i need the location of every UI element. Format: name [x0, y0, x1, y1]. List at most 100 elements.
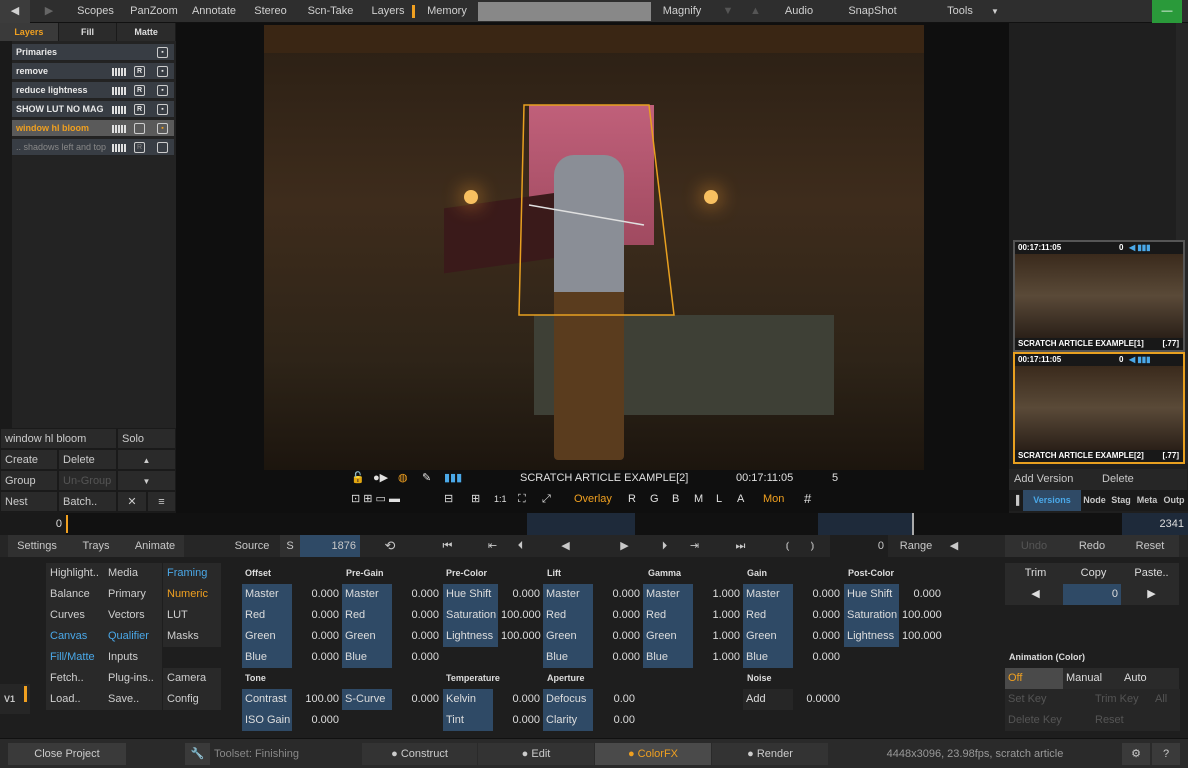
clarity-label[interactable]: Clarity	[543, 710, 593, 731]
layer-r-icon[interactable]: R	[134, 142, 145, 153]
gamma-green-label[interactable]: Green	[643, 626, 693, 647]
offset-blue-value[interactable]: 0.000	[292, 647, 342, 668]
postcolor-sat-value[interactable]: 100.000	[899, 605, 944, 626]
menu-framing[interactable]: Framing	[163, 563, 221, 584]
move-down-icon[interactable]: ▼	[117, 470, 176, 491]
precolor-hue-label[interactable]: Hue Shift	[443, 584, 498, 605]
nest-button[interactable]: Nest	[0, 491, 58, 512]
mark-out-icon[interactable]: ⦆	[800, 535, 825, 557]
loop-icon[interactable]: ⟲	[375, 535, 405, 557]
pregain-red-label[interactable]: Red	[342, 605, 392, 626]
memory-slot-field[interactable]	[478, 2, 651, 21]
offset-blue-label[interactable]: Blue	[242, 647, 292, 668]
tone-contrast-value[interactable]: 100.00	[292, 689, 342, 710]
close-icon[interactable]: ✕	[117, 491, 147, 512]
scurve-value[interactable]: 0.000	[392, 689, 442, 710]
delete-version-button[interactable]: Delete	[1097, 469, 1187, 490]
pregain-master-label[interactable]: Master	[342, 584, 392, 605]
tab-edit[interactable]: ● Edit	[478, 743, 594, 765]
go-start-icon[interactable]: ⏮	[435, 535, 460, 557]
timeline[interactable]: 0 2341	[0, 513, 1188, 535]
channel-l-button[interactable]: L	[716, 491, 722, 507]
offset-red-label[interactable]: Red	[242, 605, 292, 626]
pen-icon[interactable]: ✎	[422, 470, 431, 486]
tabs-scroll-icon[interactable]: ▐	[1009, 490, 1023, 511]
noise-add-label[interactable]: Add	[743, 689, 793, 710]
close-project-button[interactable]: Close Project	[8, 743, 126, 765]
panzoom-button[interactable]: PanZoom	[123, 0, 185, 23]
channel-m-button[interactable]: M	[694, 491, 703, 507]
batch-button[interactable]: Batch..	[58, 491, 117, 512]
menu-inputs[interactable]: Inputs	[104, 647, 162, 668]
gear-icon[interactable]: ⚙	[1122, 743, 1150, 765]
play-icon[interactable]: ▶	[612, 535, 637, 557]
source-button[interactable]: Source	[228, 535, 276, 557]
menu-qualifier[interactable]: Qualifier	[104, 626, 162, 647]
playhead[interactable]	[66, 515, 68, 533]
anim-off-button[interactable]: Off	[1005, 668, 1063, 689]
reset-key-button[interactable]: Reset	[1092, 710, 1180, 731]
menu-media[interactable]: Media	[104, 563, 162, 584]
gain-master-value[interactable]: 0.000	[793, 584, 843, 605]
trim-key-button[interactable]: Trim Key	[1092, 689, 1152, 710]
mark-in-icon[interactable]: ⦅	[775, 535, 800, 557]
copy-button[interactable]: Copy	[1063, 563, 1121, 584]
offset-red-value[interactable]: 0.000	[292, 605, 342, 626]
layer-enable-icon[interactable]: ▪	[157, 104, 168, 115]
menu-fill-matte[interactable]: Fill/Matte	[46, 647, 104, 668]
lift-green-label[interactable]: Green	[543, 626, 593, 647]
layers-scrollbar[interactable]	[0, 41, 12, 428]
postcolor-sat-label[interactable]: Saturation	[844, 605, 899, 626]
all-button[interactable]: All	[1152, 689, 1180, 710]
offset-green-value[interactable]: 0.000	[292, 626, 342, 647]
postcolor-light-label[interactable]: Lightness	[844, 626, 899, 647]
delete-button[interactable]: Delete	[58, 449, 117, 470]
magnify-button[interactable]: Magnify	[651, 0, 713, 23]
settings-button[interactable]: Settings	[8, 535, 66, 557]
lift-master-label[interactable]: Master	[543, 584, 593, 605]
globe-icon[interactable]: ◍	[398, 470, 408, 486]
layer-row-reduce-lightness[interactable]: reduce lightness R ▪	[12, 82, 174, 99]
gamma-red-label[interactable]: Red	[643, 605, 693, 626]
lift-red-value[interactable]: 0.000	[593, 605, 643, 626]
s-button[interactable]: S	[280, 535, 300, 557]
kelvin-value[interactable]: 0.000	[493, 689, 543, 710]
defocus-label[interactable]: Defocus	[543, 689, 593, 710]
tab-matte[interactable]: Matte	[117, 23, 177, 41]
layer-r-icon[interactable]: R	[134, 85, 145, 96]
precolor-sat-value[interactable]: 100.000	[498, 605, 543, 626]
minimize-icon[interactable]: —	[1152, 0, 1182, 23]
menu-numeric[interactable]: Numeric	[163, 584, 221, 605]
frame-field[interactable]: 1876	[300, 535, 360, 557]
group-button[interactable]: Group	[0, 470, 58, 491]
down-arrow-icon[interactable]: ▼	[713, 0, 743, 23]
menu-curves[interactable]: Curves	[46, 605, 104, 626]
tab-construct[interactable]: ● Construct	[362, 743, 477, 765]
layer-enable-icon[interactable]: ▪	[157, 66, 168, 77]
display-mode-icon[interactable]: ●▶	[373, 470, 388, 486]
menu-masks[interactable]: Masks	[163, 626, 221, 647]
annotate-button[interactable]: Annotate	[185, 0, 243, 23]
wrench-icon[interactable]: 🔧	[185, 743, 210, 765]
layer-enable-icon[interactable]: ▪	[157, 123, 168, 134]
layer-r-icon[interactable]	[134, 123, 145, 134]
lift-green-value[interactable]: 0.000	[593, 626, 643, 647]
layer-row-show-lut[interactable]: SHOW LUT NO MAG R ▪	[12, 101, 174, 118]
layer-r-icon[interactable]: R	[134, 66, 145, 77]
gain-blue-label[interactable]: Blue	[743, 647, 793, 668]
range-value[interactable]: 0	[830, 535, 888, 557]
trim-button[interactable]: Trim	[1005, 563, 1063, 584]
offset-master-label[interactable]: Master	[242, 584, 292, 605]
version-thumb-1[interactable]: 00:17:11:05 0 ◀ ▮▮▮ SCRATCH ARTICLE EXAMPL…	[1013, 240, 1185, 352]
reset-button[interactable]: Reset	[1121, 535, 1179, 557]
menu-highlight[interactable]: Highlight..	[46, 563, 104, 584]
precolor-sat-label[interactable]: Saturation	[443, 605, 498, 626]
postcolor-light-value[interactable]: 100.000	[899, 626, 944, 647]
tone-iso-value[interactable]: 0.000	[292, 710, 342, 731]
viewer[interactable]: 🔓 ●▶ ◍ ✎ ▮▮▮ SCRATCH ARTICLE EXAMPLE[2] …	[176, 23, 1009, 513]
menu-icon[interactable]: ≡	[147, 491, 176, 512]
tint-value[interactable]: 0.000	[493, 710, 543, 731]
create-button[interactable]: Create	[0, 449, 58, 470]
gamma-blue-value[interactable]: 1.000	[693, 647, 743, 668]
lock-icon[interactable]: 🔓	[351, 470, 365, 486]
